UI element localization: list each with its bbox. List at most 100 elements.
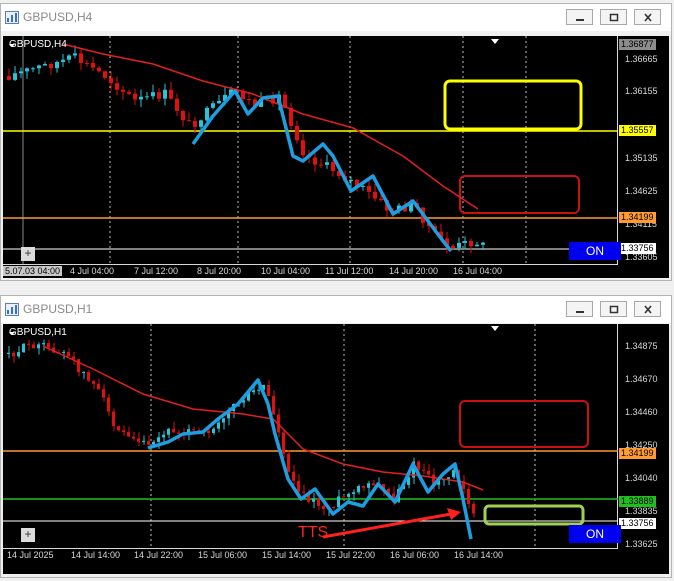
candle-body <box>132 436 135 439</box>
tts-arrow-head-icon <box>447 508 461 520</box>
candle-body <box>25 68 29 72</box>
candle-body <box>85 62 89 64</box>
candle-body <box>287 453 290 472</box>
price-tag-yellow-line: 1.35557 <box>619 125 656 136</box>
tts-annotation-label: TTS <box>298 524 329 541</box>
time-scale-label: 4 Jul 04:00 <box>70 266 115 276</box>
time-scale-label: 14 Jul 20:00 <box>389 266 439 276</box>
candle-body <box>367 483 370 488</box>
price-scale-label: 1.33625 <box>625 539 658 549</box>
candle-body <box>217 100 221 104</box>
candle-body <box>19 71 23 74</box>
restore-button[interactable] <box>600 301 627 317</box>
time-scale-label: 10 Jul 04:00 <box>261 266 311 276</box>
on-button[interactable]: ON <box>569 525 621 543</box>
candle-body <box>272 396 275 415</box>
time-scale-label: 5.07.03 04:00 <box>3 266 63 276</box>
price-tag-high: 1.36877 <box>619 39 656 50</box>
tts-arrow-line <box>322 512 452 539</box>
candle-body <box>312 498 315 502</box>
candle-body <box>367 185 371 192</box>
candle-body <box>7 352 10 354</box>
yellow-zone-box <box>443 79 583 131</box>
candle-body <box>91 62 95 68</box>
price-scale-label: 1.34040 <box>625 473 658 483</box>
candle-body <box>157 92 161 99</box>
time-scale-label: 8 Jul 20:00 <box>197 266 242 276</box>
time-scale-label: 11 Jul 12:00 <box>325 266 374 276</box>
candle-body <box>481 242 485 245</box>
candle-body <box>322 505 325 510</box>
price-scale-label: 1.35135 <box>625 153 658 163</box>
chart-window-h4: GBPUSD,H4 GBPUSD,H4 1.36665 1.36155 1.35… <box>0 3 672 281</box>
candle-body <box>295 125 299 141</box>
candle-body <box>79 53 83 63</box>
candle-body <box>193 120 197 127</box>
price-chart-h1[interactable]: GBPUSD,H1 1.34875 1.34670 1.34460 1.3425… <box>3 324 669 574</box>
candle-body <box>97 67 101 72</box>
minimize-button[interactable] <box>566 9 593 25</box>
candle-body <box>145 96 149 98</box>
window-titlebar[interactable]: GBPUSD,H1 <box>1 296 671 323</box>
candle-body <box>427 470 430 475</box>
time-scale-label: 15 Jul 14:00 <box>262 550 312 560</box>
time-scale-label: 14 Jul 22:00 <box>134 550 184 560</box>
candle-body <box>127 432 130 437</box>
candle-body <box>32 344 35 349</box>
candle-body <box>73 53 77 56</box>
candle-body <box>13 73 17 80</box>
time-scale-label: 15 Jul 06:00 <box>198 550 248 560</box>
candle-body <box>373 191 377 199</box>
candle-body <box>139 96 143 100</box>
candle-body <box>37 65 41 69</box>
candle-body <box>22 343 25 353</box>
candle-body <box>151 92 155 97</box>
minimize-button[interactable] <box>566 301 593 317</box>
window-title: GBPUSD,H1 <box>23 302 93 316</box>
candle-body <box>472 503 475 514</box>
candle-body <box>211 103 215 108</box>
on-button[interactable]: ON <box>569 242 621 260</box>
close-button[interactable] <box>634 301 661 317</box>
price-chart-h4[interactable]: GBPUSD,H4 1.36665 1.36155 1.35135 1.3462… <box>3 36 669 278</box>
candle-body <box>331 162 335 172</box>
candle-body <box>37 344 40 349</box>
time-scale-label: 15 Jul 22:00 <box>326 550 376 560</box>
add-button[interactable]: + <box>21 528 35 542</box>
candle-body <box>475 244 479 247</box>
candle-body <box>319 164 323 166</box>
price-scale-label: 1.34625 <box>625 186 658 196</box>
candle-body <box>451 245 455 248</box>
candle-body <box>222 418 225 423</box>
add-button[interactable]: + <box>21 247 35 261</box>
window-titlebar[interactable]: GBPUSD,H4 <box>1 4 671 31</box>
candle-body <box>212 428 215 434</box>
candle-body <box>107 397 110 412</box>
candle-body <box>137 438 140 442</box>
candle-body <box>302 491 305 493</box>
candle-body <box>241 91 245 100</box>
candle-body <box>127 91 131 94</box>
candle-body <box>252 390 255 393</box>
candle-body <box>7 76 11 80</box>
trend-drawing-line <box>147 378 473 540</box>
red-zone-box <box>459 400 589 448</box>
candle-body <box>337 496 340 508</box>
candle-body <box>282 432 285 454</box>
price-tag-orange-line: 1.34199 <box>619 212 656 223</box>
candle-body <box>157 437 160 442</box>
symbol-label: GBPUSD,H1 <box>9 327 67 338</box>
candle-body <box>257 389 260 391</box>
candle-body <box>292 471 295 481</box>
candle-body <box>169 89 173 99</box>
close-button[interactable] <box>634 9 661 25</box>
candle-body <box>467 488 470 504</box>
candle-body <box>109 77 113 84</box>
candle-body <box>67 55 71 60</box>
restore-button[interactable] <box>600 9 627 25</box>
time-scale-label: 14 Jul 2025 <box>7 550 54 560</box>
price-scale-label: 1.33835 <box>625 506 658 516</box>
moving-average-line <box>62 43 479 210</box>
candle-body <box>82 372 85 374</box>
candle-body <box>192 429 195 431</box>
